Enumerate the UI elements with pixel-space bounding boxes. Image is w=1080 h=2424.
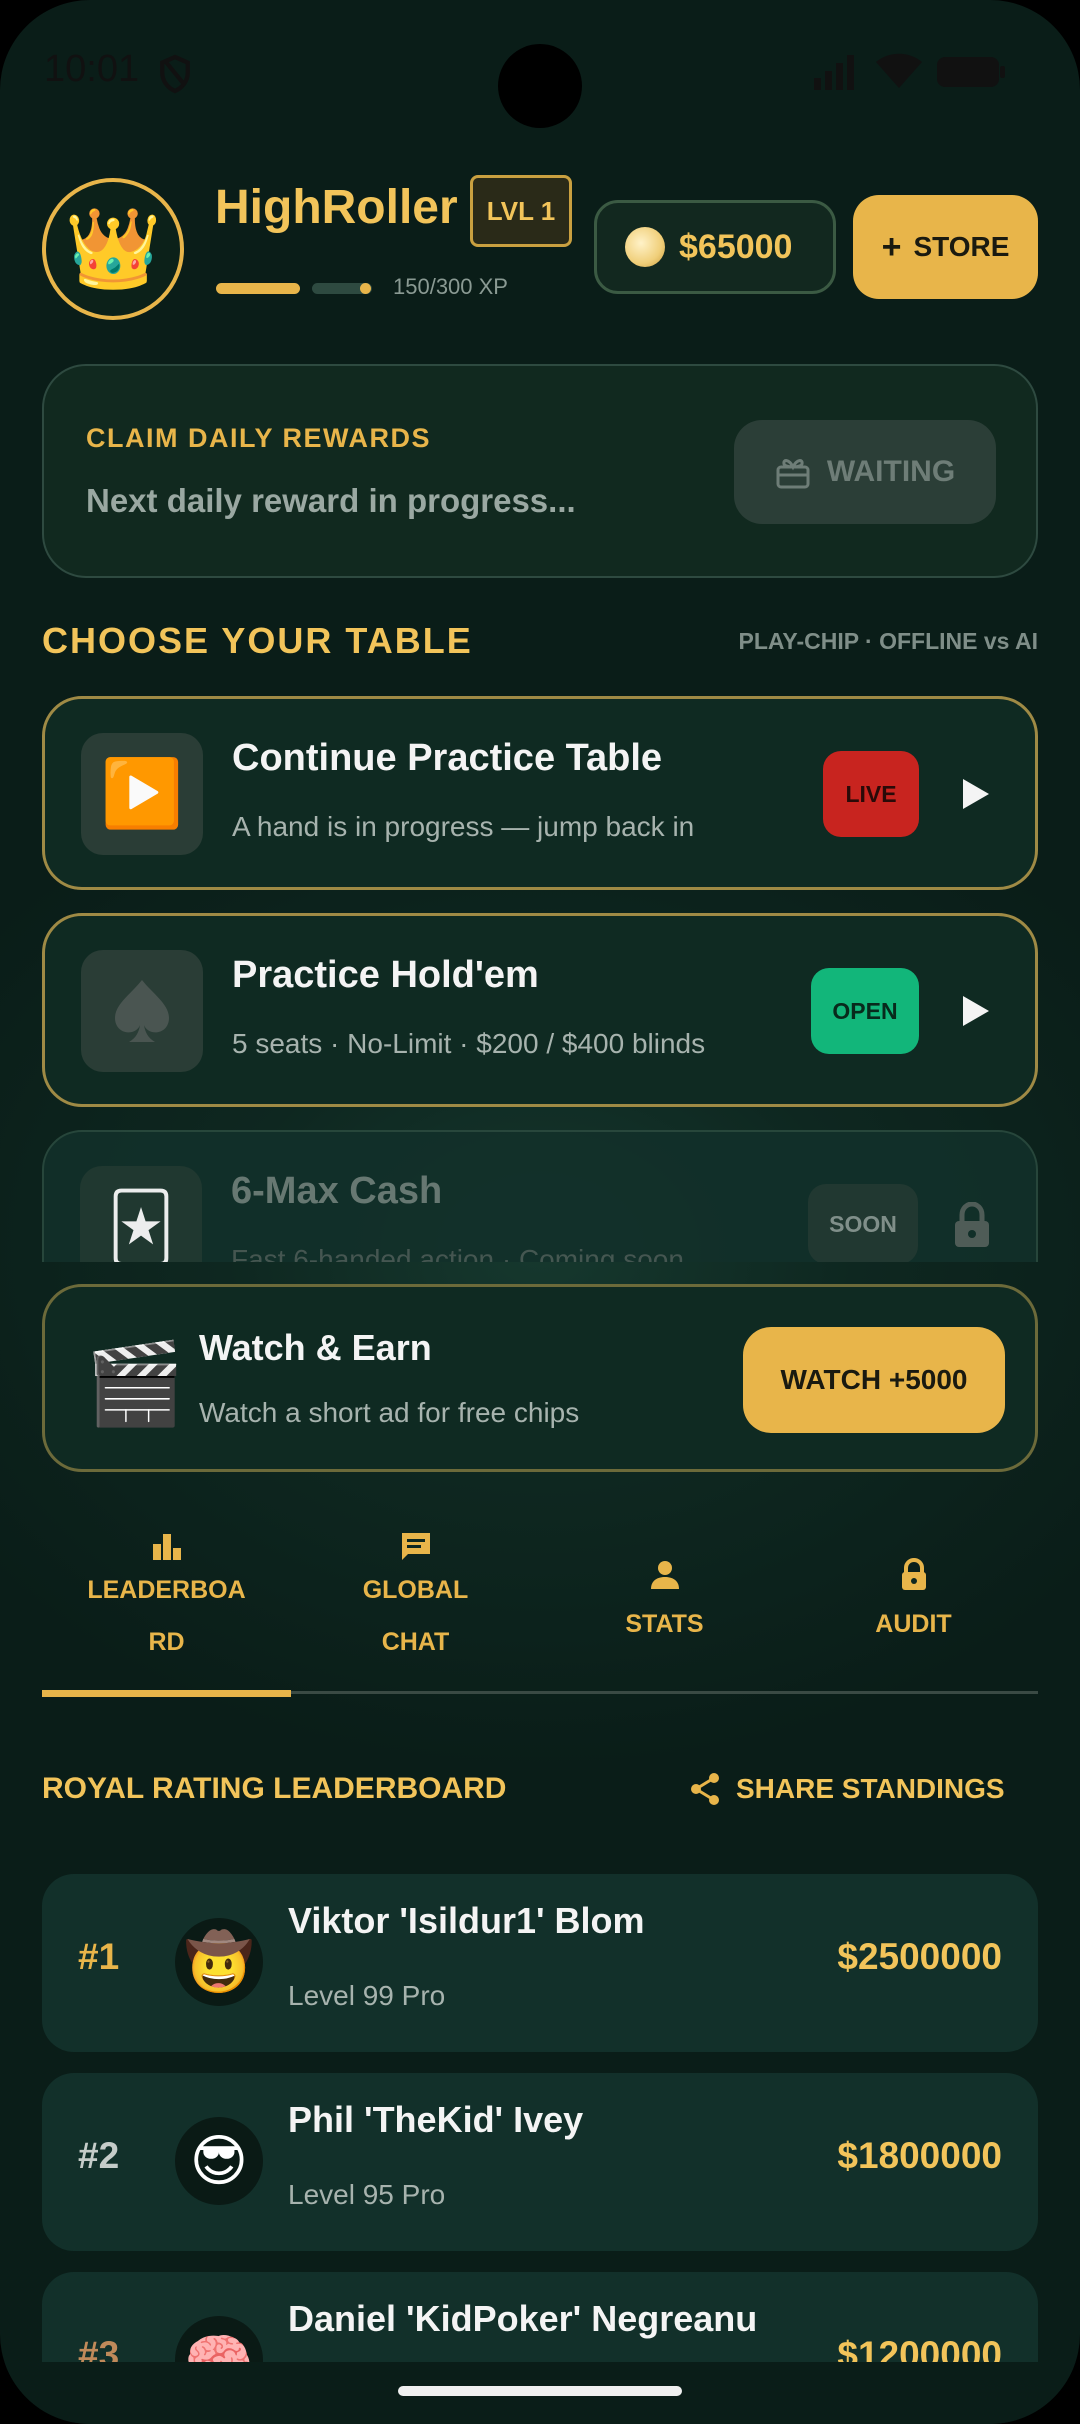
- leaderboard-icon: [152, 1534, 181, 1560]
- daily-rewards-card: CLAIM DAILY REWARDS Next daily reward in…: [42, 364, 1038, 578]
- leaderboard-player-chips: $2500000: [837, 1936, 1002, 1977]
- sunglasses-avatar-icon: 😎: [175, 2117, 263, 2205]
- play-icon: [963, 779, 989, 809]
- claim-waiting-label: WAITING: [826, 455, 956, 488]
- profile-avatar[interactable]: 👑: [42, 178, 184, 320]
- leaderboard-player-level: Level 99 Pro: [288, 1980, 446, 2011]
- brain-avatar-icon: 🧠: [175, 2316, 263, 2362]
- leaderboard-player-name: Viktor 'Isildur1' Blom: [288, 1900, 645, 1941]
- status-time: 10:01: [44, 48, 140, 90]
- tab-label-line: LEADERBOA: [87, 1576, 246, 1604]
- leaderboard-row[interactable]: #3 🧠 Daniel 'KidPoker' Negreanu $1200000: [42, 2272, 1038, 2362]
- xp-text: 150/300 XP: [393, 274, 508, 299]
- tab-label-line: GLOBAL: [362, 1576, 469, 1604]
- share-standings-label: SHARE STANDINGS: [736, 1773, 1005, 1804]
- status-bar: 10:01: [0, 0, 1080, 140]
- choose-table-meta: PLAY-CHIP · OFFLINE vs AI: [738, 628, 1038, 654]
- leaderboard-rank: #1: [78, 1936, 120, 1977]
- clapperboard-icon: 🎬: [85, 1337, 185, 1430]
- leaderboard-rank: #3: [78, 2334, 120, 2362]
- open-badge: OPEN: [811, 968, 919, 1054]
- tab-global-chat[interactable]: GLOBAL CHAT: [291, 1510, 540, 1694]
- leaderboard-row[interactable]: #2 😎 Phil 'TheKid' Ivey Level 95 Pro $18…: [42, 2073, 1038, 2251]
- leaderboard-player-name: Daniel 'KidPoker' Negreanu: [288, 2298, 758, 2339]
- soon-badge: SOON: [808, 1184, 918, 1262]
- table-card-continue-practice[interactable]: ▶️ Continue Practice Table A hand is in …: [42, 696, 1038, 890]
- cowboy-avatar-icon: 🤠: [175, 1918, 263, 2006]
- watch-earn-card: 🎬 Watch & Earn Watch a short ad for free…: [42, 1284, 1038, 1472]
- chat-icon: [401, 1533, 430, 1560]
- plus-icon: +: [881, 227, 902, 266]
- store-label: STORE: [913, 231, 1010, 262]
- signal-icon: [814, 55, 854, 90]
- tab-stats-label: STATS: [625, 1610, 704, 1638]
- joker-card-icon: 🃏: [80, 1166, 202, 1262]
- table-card-subtitle: Fast 6-handed action · Coming soon: [231, 1244, 684, 1262]
- watch-earn-title: Watch & Earn: [199, 1327, 432, 1368]
- active-tab-indicator: [42, 1690, 291, 1697]
- chip-balance[interactable]: $65000: [594, 200, 836, 294]
- leaderboard-player-chips: $1800000: [837, 2135, 1002, 2176]
- leaderboard-player-name: Phil 'TheKid' Ivey: [288, 2099, 584, 2140]
- person-icon: [650, 1561, 679, 1589]
- live-badge: LIVE: [823, 751, 919, 837]
- watch-earn-subtitle: Watch a short ad for free chips: [199, 1397, 580, 1428]
- tab-global-chat-label: GLOBAL CHAT: [363, 1564, 469, 1668]
- tab-label-line: RD: [148, 1628, 185, 1656]
- share-standings-button[interactable]: SHARE STANDINGS: [688, 1772, 1005, 1806]
- battery-icon: [937, 57, 1005, 87]
- lock-icon: [901, 1558, 926, 1590]
- table-card-6max-cash[interactable]: 🃏 6-Max Cash Fast 6-handed action · Comi…: [42, 1130, 1038, 1262]
- level-badge: LVL 1: [470, 175, 572, 247]
- tab-stats[interactable]: STATS: [540, 1510, 789, 1694]
- leaderboard-row-clip: #3 🧠 Daniel 'KidPoker' Negreanu $1200000: [42, 2272, 1038, 2362]
- chip-balance-value: $65000: [679, 227, 793, 266]
- tab-audit-label: AUDIT: [875, 1610, 952, 1638]
- store-button[interactable]: + STORE: [853, 195, 1038, 299]
- spade-icon: [81, 950, 203, 1072]
- leaderboard-player-level: Level 95 Pro: [288, 2179, 446, 2210]
- wifi-icon: [876, 53, 922, 88]
- table-card-title: 6-Max Cash: [231, 1170, 443, 1212]
- section-tabs: LEADERBOA RD GLOBAL CHAT STATS AUDIT: [42, 1510, 1038, 1697]
- table-card-subtitle: A hand is in progress — jump back in: [232, 811, 695, 842]
- leaderboard-rank: #2: [78, 2135, 120, 2176]
- table-card-title: Practice Hold'em: [232, 954, 539, 996]
- username: HighRoller: [215, 181, 458, 234]
- leaderboard-player-chips: $1200000: [837, 2334, 1002, 2362]
- table-card-practice-holdem[interactable]: Practice Hold'em 5 seats · No-Limit · $2…: [42, 913, 1038, 1107]
- app-screen: 10:01 👑 HighRoller LVL 1 150/300 XP $650…: [0, 0, 1080, 2424]
- daily-rewards-title: CLAIM DAILY REWARDS: [86, 423, 432, 453]
- lock-icon: [955, 1202, 989, 1247]
- table-card-6max-clip: 🃏 6-Max Cash Fast 6-handed action · Comi…: [42, 1130, 1038, 1262]
- table-card-title: Continue Practice Table: [232, 737, 663, 779]
- play-icon: [963, 996, 989, 1026]
- coin-icon: [625, 227, 665, 267]
- xp-progress-dot: [360, 283, 371, 294]
- claim-waiting-button[interactable]: WAITING: [734, 420, 996, 524]
- leaderboard-row[interactable]: #1 🤠 Viktor 'Isildur1' Blom Level 99 Pro…: [42, 1874, 1038, 2052]
- play-button-icon: ▶️: [81, 733, 203, 855]
- shield-icon: [160, 54, 190, 94]
- tab-audit[interactable]: AUDIT: [789, 1510, 1038, 1694]
- choose-table-title: CHOOSE YOUR TABLE: [42, 620, 473, 661]
- share-icon: [691, 1773, 719, 1805]
- tab-leaderboard[interactable]: LEADERBOA RD: [42, 1510, 291, 1697]
- tab-leaderboard-label: LEADERBOA RD: [87, 1564, 245, 1668]
- gift-icon: [776, 459, 810, 489]
- daily-rewards-subtitle: Next daily reward in progress...: [86, 482, 576, 519]
- home-indicator[interactable]: [398, 2386, 682, 2396]
- crown-icon: 👑: [64, 203, 162, 294]
- watch-ad-button[interactable]: WATCH +5000: [743, 1327, 1005, 1433]
- table-card-subtitle: 5 seats · No-Limit · $200 / $400 blinds: [232, 1028, 706, 1059]
- front-camera: [498, 44, 582, 128]
- tab-label-line: CHAT: [381, 1628, 450, 1656]
- xp-progress-fill: [216, 283, 300, 294]
- leaderboard-title: ROYAL RATING LEADERBOARD: [42, 1772, 507, 1805]
